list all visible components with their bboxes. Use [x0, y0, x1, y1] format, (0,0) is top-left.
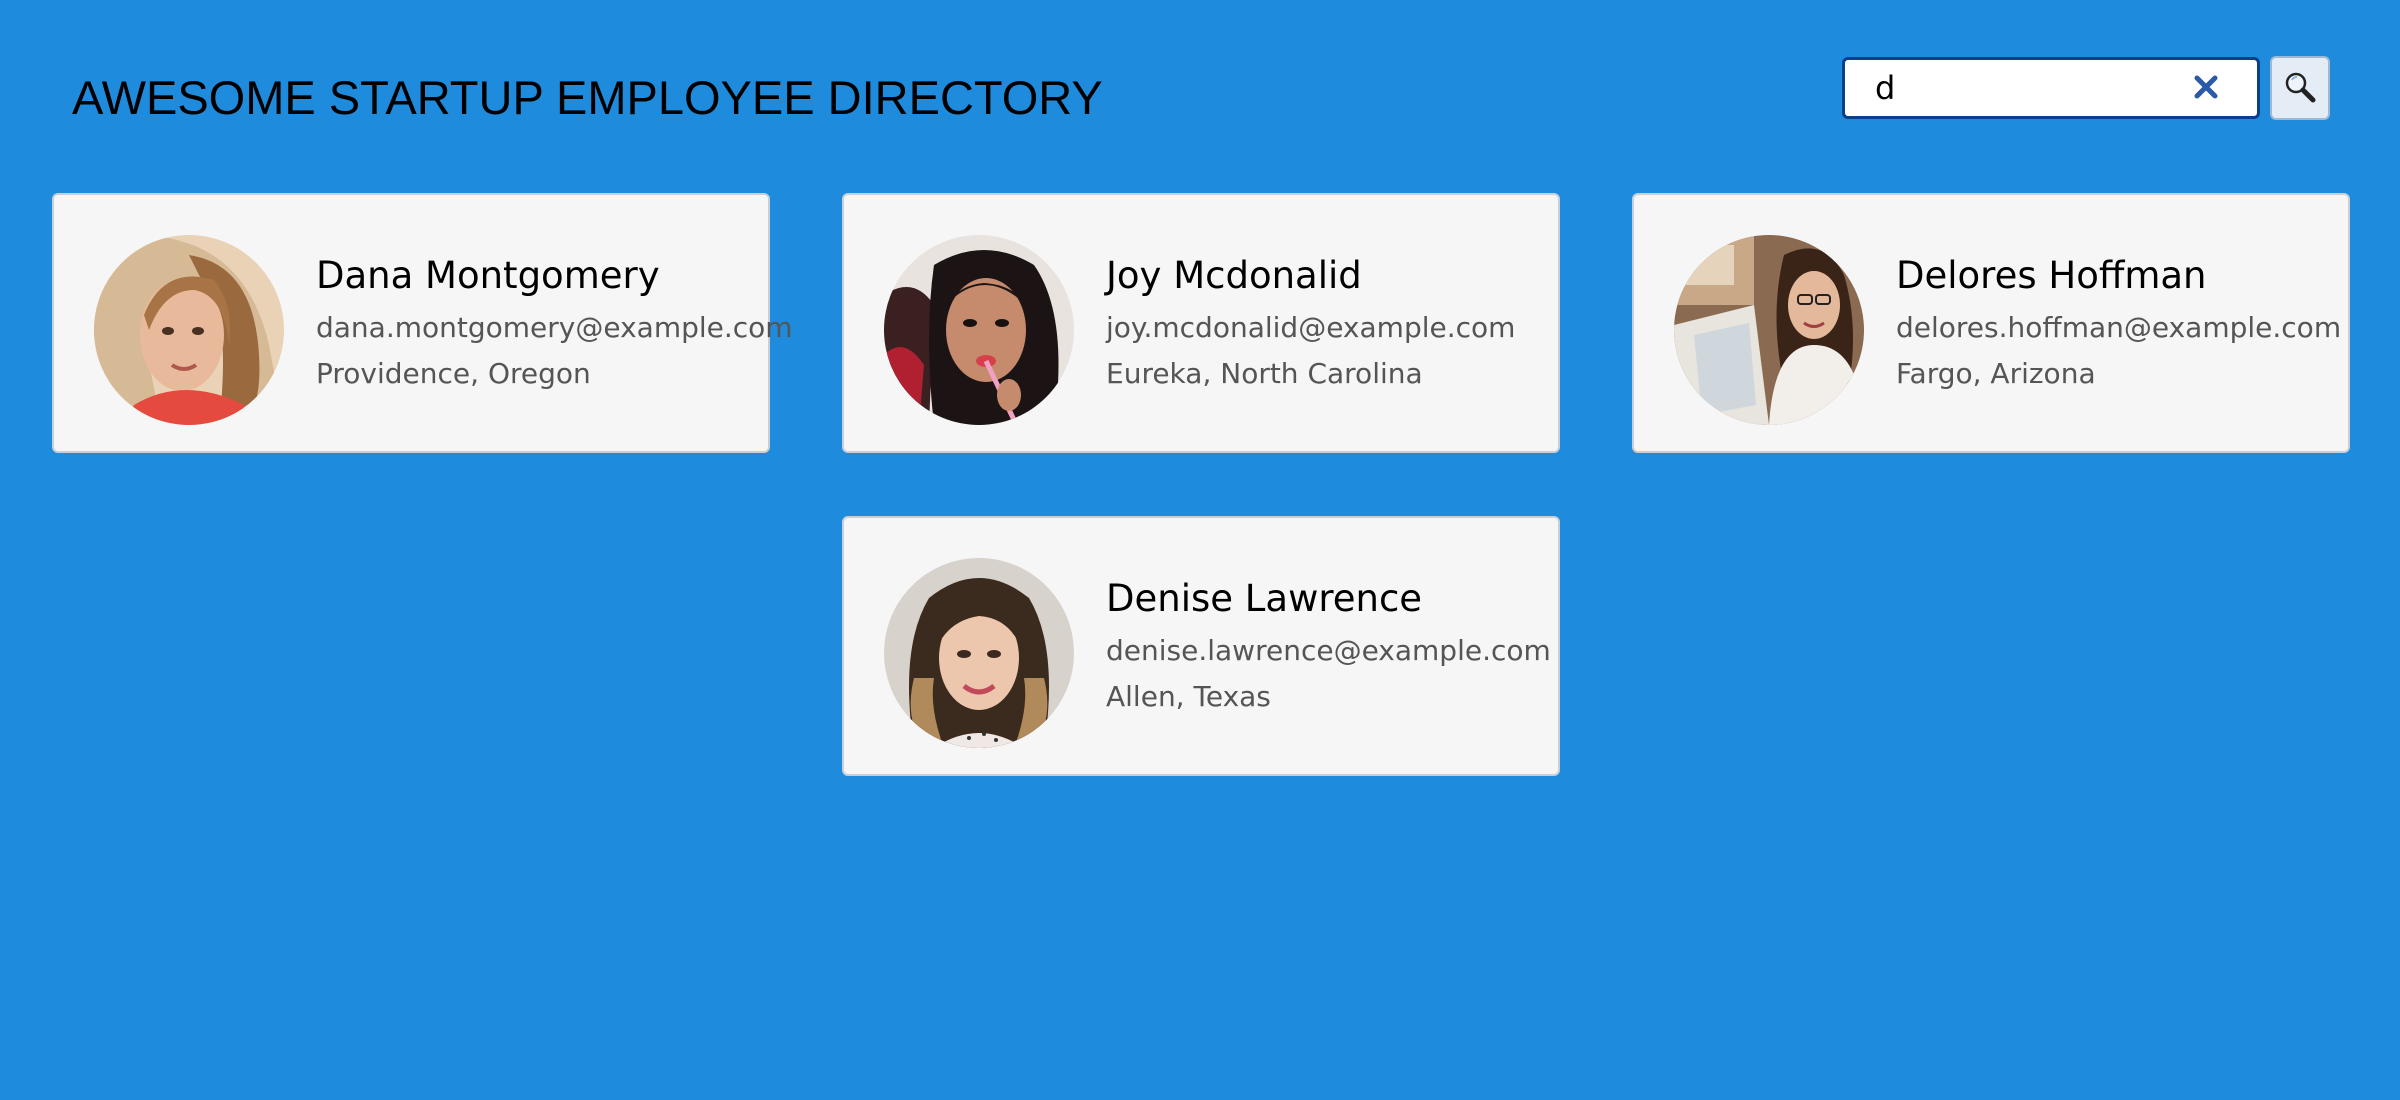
employee-name: Dana Montgomery	[316, 254, 660, 297]
employee-card[interactable]: Dana Montgomery dana.montgomery@example.…	[52, 193, 793, 453]
employee-email: denise.lawrence@example.com	[1106, 634, 1551, 667]
employee-email: dana.montgomery@example.com	[316, 311, 793, 344]
employee-location: Eureka, North Carolina	[1106, 357, 1423, 390]
employee-info: Delores Hoffman delores.hoffman@example.…	[1896, 254, 2342, 390]
avatar	[1674, 235, 1864, 425]
employee-info: Denise Lawrence denise.lawrence@example.…	[1106, 577, 1551, 713]
employee-card[interactable]: Denise Lawrence denise.lawrence@example.…	[842, 516, 1560, 776]
avatar	[94, 235, 284, 425]
search-field[interactable]	[1842, 57, 2260, 119]
employee-card[interactable]: Joy Mcdonalid joy.mcdonalid@example.com …	[842, 193, 1560, 453]
employee-email: joy.mcdonalid@example.com	[1106, 311, 1516, 344]
employee-name: Delores Hoffman	[1896, 254, 2207, 297]
employee-location: Providence, Oregon	[316, 357, 591, 390]
employee-location: Allen, Texas	[1106, 680, 1271, 713]
page-title: AWESOME STARTUP EMPLOYEE DIRECTORY	[72, 71, 1103, 124]
employee-email: delores.hoffman@example.com	[1896, 311, 2342, 344]
search-bar	[1842, 56, 2330, 120]
search-input[interactable]	[1875, 64, 2215, 112]
avatar	[884, 235, 1074, 425]
search-button[interactable]	[2270, 56, 2330, 120]
employee-location: Fargo, Arizona	[1896, 357, 2096, 390]
employee-info: Dana Montgomery dana.montgomery@example.…	[316, 254, 793, 390]
employee-card[interactable]: Delores Hoffman delores.hoffman@example.…	[1632, 193, 2350, 453]
employee-name: Joy Mcdonalid	[1106, 254, 1362, 297]
employee-name: Denise Lawrence	[1106, 577, 1423, 620]
close-icon[interactable]	[2191, 72, 2221, 102]
search-icon	[2283, 70, 2317, 107]
avatar	[884, 558, 1074, 748]
employee-info: Joy Mcdonalid joy.mcdonalid@example.com …	[1106, 257, 1550, 388]
